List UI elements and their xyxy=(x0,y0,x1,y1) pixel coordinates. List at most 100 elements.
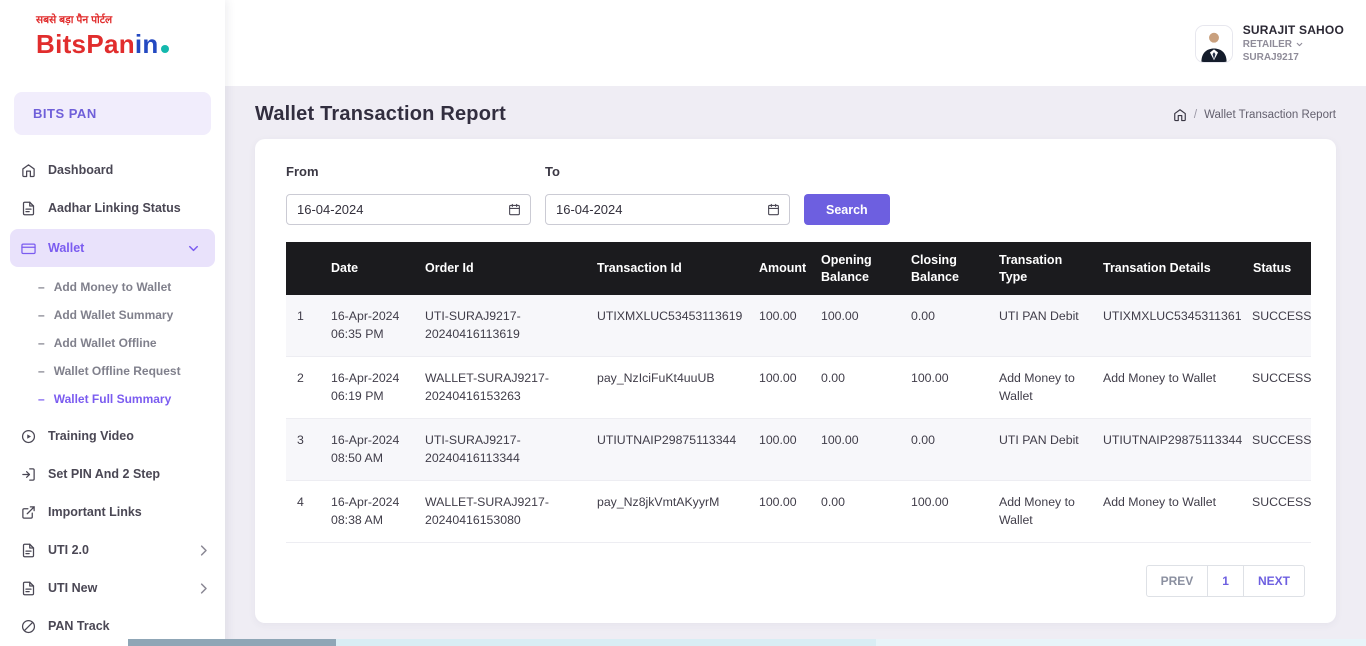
sidebar-item-label: Aadhar Linking Status xyxy=(48,201,181,215)
sidebar-item-training-video[interactable]: Training Video xyxy=(0,417,225,455)
search-button[interactable]: Search xyxy=(804,194,890,225)
scrollbar-thumb[interactable] xyxy=(128,639,336,646)
sidebar-item-wallet[interactable]: Wallet xyxy=(10,229,215,267)
table-row: 2 16-Apr-2024 06:19 PM WALLET-SURAJ9217-… xyxy=(286,356,1311,419)
col-transation-details: Transation Details xyxy=(1092,242,1242,295)
from-filter-group: From xyxy=(286,164,531,225)
sidebar-item-wallet-offline-request[interactable]: – Wallet Offline Request xyxy=(0,357,225,385)
user-menu[interactable]: SURAJIT SAHOO RETAILER SURAJ9217 xyxy=(1194,23,1344,63)
cell-order-id: WALLET-SURAJ9217-20240416153080 xyxy=(414,480,586,543)
user-role[interactable]: RETAILER xyxy=(1243,39,1344,50)
sidebar-item-label: Important Links xyxy=(48,505,142,519)
wallet-submenu: – Add Money to Wallet – Add Wallet Summary… xyxy=(0,269,225,417)
sidebar-item-add-wallet-summary[interactable]: – Add Wallet Summary xyxy=(0,301,225,329)
cell-amount: 100.00 xyxy=(748,356,810,419)
breadcrumb-separator: / xyxy=(1193,108,1198,121)
status-badge: SUCCESS xyxy=(1242,418,1311,481)
sidebar-subitem-label: Add Wallet Summary xyxy=(53,308,174,322)
sidebar-item-add-wallet-offline[interactable]: – Add Wallet Offline xyxy=(0,329,225,357)
sidebar-item-label: Training Video xyxy=(48,429,134,443)
brand-logo[interactable]: सबसे बड़ा पैन पोर्टल BitsPanin xyxy=(0,0,225,88)
scrollbar-track[interactable] xyxy=(876,639,1366,646)
user-name: SURAJIT SAHOO xyxy=(1242,23,1344,37)
row-number: 1 xyxy=(286,295,320,357)
cell-transation-type: Add Money to Wallet xyxy=(988,480,1092,543)
col-amount: Amount xyxy=(748,242,810,295)
cell-closing-balance: 0.00 xyxy=(900,295,988,357)
cell-date: 16-Apr-2024 08:50 AM xyxy=(320,418,414,481)
app-root: सबसे बड़ा पैन पोर्टल BitsPanin BITS PAN … xyxy=(0,0,1366,646)
col-transation-type: Transation Type xyxy=(988,242,1092,295)
page-head: Wallet Transaction Report / Wallet Trans… xyxy=(225,86,1366,139)
page-1-button[interactable]: 1 xyxy=(1207,564,1244,597)
cell-amount: 100.00 xyxy=(748,418,810,481)
from-date-value[interactable] xyxy=(297,202,508,217)
next-button[interactable]: NEXT xyxy=(1242,564,1305,597)
col-order-id: Order Id xyxy=(414,242,586,295)
dash-marker: – xyxy=(38,280,45,294)
sidebar-subitem-label: Wallet Full Summary xyxy=(53,392,172,406)
from-date-input[interactable] xyxy=(286,194,531,225)
dash-marker: – xyxy=(38,364,45,378)
to-date-input[interactable] xyxy=(545,194,790,225)
cell-transaction-id: UTIUTNAIP29875113344 xyxy=(586,418,748,481)
col-index xyxy=(286,242,320,295)
document-icon xyxy=(22,581,35,595)
sidebar-item-label: UTI 2.0 xyxy=(48,543,89,557)
prev-button[interactable]: PREV xyxy=(1145,564,1209,597)
pagination: PREV 1 NEXT xyxy=(286,564,1305,597)
sidebar-subitem-label: Add Wallet Offline xyxy=(53,336,157,350)
col-opening-balance: Opening Balance xyxy=(810,242,900,295)
cell-closing-balance: 0.00 xyxy=(900,418,988,481)
to-date-value[interactable] xyxy=(556,202,767,217)
cell-transation-type: UTI PAN Debit xyxy=(988,418,1092,481)
cell-amount: 100.00 xyxy=(748,480,810,543)
table-row: 4 16-Apr-2024 08:38 AM WALLET-SURAJ9217-… xyxy=(286,480,1311,543)
sidebar-item-wallet-full-summary[interactable]: – Wallet Full Summary xyxy=(0,385,225,413)
col-transaction-id: Transaction Id xyxy=(586,242,748,295)
sidebar-subitem-label: Wallet Offline Request xyxy=(53,364,181,378)
sidebar-nav: Dashboard Aadhar Linking Status Wallet –… xyxy=(0,143,225,645)
status-badge: SUCCESS xyxy=(1242,480,1311,543)
cell-opening-balance: 0.00 xyxy=(810,356,900,419)
cell-date: 16-Apr-2024 06:35 PM xyxy=(320,295,414,357)
user-id: SURAJ9217 xyxy=(1242,52,1299,63)
home-icon[interactable] xyxy=(1173,108,1187,122)
sidebar-item-label: PAN Track xyxy=(48,619,110,633)
scrollbar-track-left xyxy=(0,639,128,646)
chevron-right-icon xyxy=(200,544,207,556)
cell-order-id: UTI-SURAJ9217-20240416113619 xyxy=(414,295,586,357)
main-area: SURAJIT SAHOO RETAILER SURAJ9217 Wallet … xyxy=(225,0,1366,646)
document-icon xyxy=(22,543,35,557)
sidebar-item-label: Dashboard xyxy=(48,163,114,177)
sidebar-item-set-pin-2step[interactable]: Set PIN And 2 Step xyxy=(0,455,225,493)
transactions-table: Date Order Id Transaction Id Amount Open… xyxy=(286,242,1311,543)
sidebar-item-uti-new[interactable]: UTI New xyxy=(0,569,225,607)
row-number: 4 xyxy=(286,480,320,543)
table-row: 3 16-Apr-2024 08:50 AM UTI-SURAJ9217-202… xyxy=(286,418,1311,481)
external-link-icon xyxy=(22,505,35,519)
chevron-down-icon xyxy=(189,245,198,251)
status-badge: SUCCESS xyxy=(1242,295,1311,357)
cell-date: 16-Apr-2024 08:38 AM xyxy=(320,480,414,543)
sidebar-item-uti-2-0[interactable]: UTI 2.0 xyxy=(0,531,225,569)
sidebar-item-add-money-to-wallet[interactable]: – Add Money to Wallet xyxy=(0,273,225,301)
from-label: From xyxy=(286,164,319,179)
filter-bar: From To Search xyxy=(286,164,1305,225)
cell-transaction-id: pay_Nz8jkVmtAKyyrM xyxy=(586,480,748,543)
calendar-icon[interactable] xyxy=(508,203,521,216)
page-title: Wallet Transaction Report xyxy=(255,103,506,125)
cell-closing-balance: 100.00 xyxy=(900,356,988,419)
sidebar-item-dashboard[interactable]: Dashboard xyxy=(0,151,225,189)
sidebar-item-important-links[interactable]: Important Links xyxy=(0,493,225,531)
horizontal-scrollbar[interactable] xyxy=(0,639,1366,646)
chevron-down-icon xyxy=(1296,42,1303,47)
brand-logo-text: BitsPanin xyxy=(36,29,225,60)
dash-marker: – xyxy=(38,336,45,350)
user-role-label: RETAILER xyxy=(1242,39,1292,50)
cell-closing-balance: 100.00 xyxy=(900,480,988,543)
cell-transation-type: UTI PAN Debit xyxy=(988,295,1092,357)
cell-transation-details: UTIXMXLUC53453113619 xyxy=(1092,295,1242,357)
sidebar-item-aadhar-linking-status[interactable]: Aadhar Linking Status xyxy=(0,189,225,227)
calendar-icon[interactable] xyxy=(767,203,780,216)
